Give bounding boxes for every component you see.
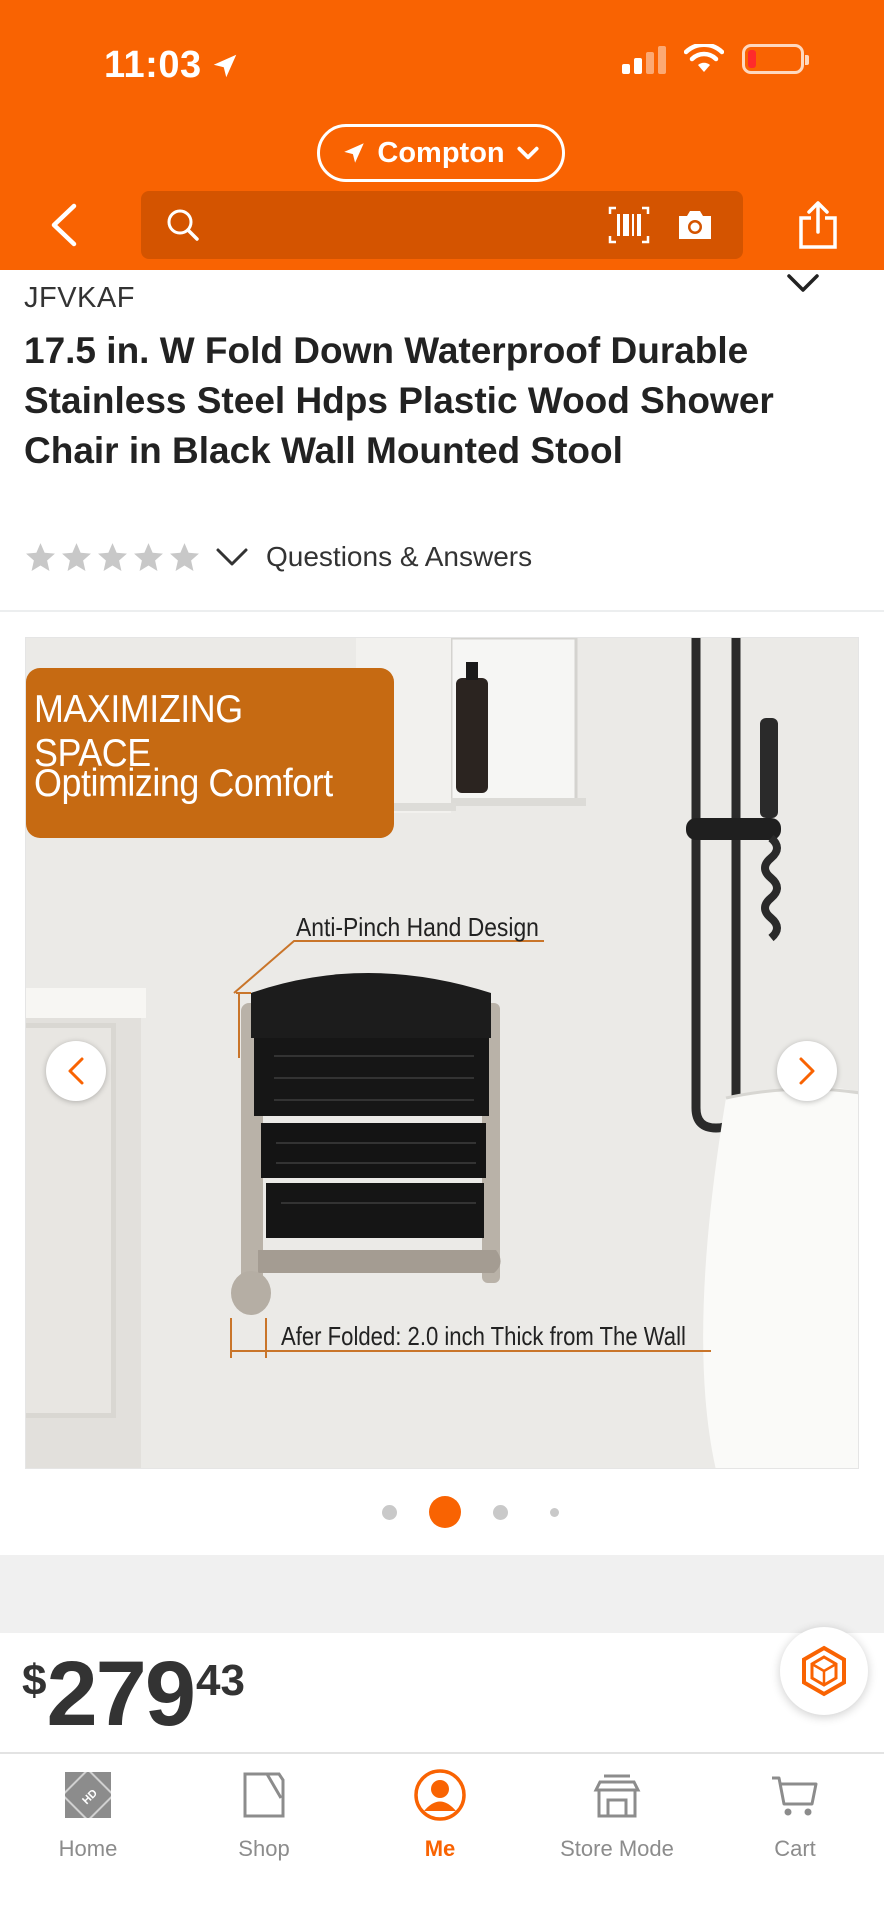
wifi-icon bbox=[684, 44, 724, 72]
chevron-down-icon[interactable] bbox=[786, 272, 820, 294]
product-image[interactable]: MAXIMIZING SPACE Optimizing Comfort Anti… bbox=[25, 637, 859, 1469]
camera-icon[interactable] bbox=[676, 208, 714, 242]
image-annotation-bottom: Afer Folded: 2.0 inch Thick from The Wal… bbox=[281, 1321, 686, 1351]
tab-cart-label: Cart bbox=[774, 1836, 816, 1861]
product-title: 17.5 in. W Fold Down Waterproof Durable … bbox=[24, 330, 774, 471]
chevron-down-icon[interactable] bbox=[215, 546, 249, 568]
star-icon bbox=[98, 542, 127, 571]
carousel-pagination bbox=[0, 1496, 884, 1528]
star-icon bbox=[134, 542, 163, 571]
search-bar[interactable] bbox=[141, 191, 743, 259]
star-icon bbox=[62, 542, 91, 571]
home-depot-logo-icon: HD bbox=[61, 1768, 115, 1822]
tab-store-mode-label: Store Mode bbox=[560, 1836, 674, 1861]
pagination-dot-active[interactable] bbox=[429, 1496, 461, 1528]
share-icon[interactable] bbox=[796, 200, 840, 250]
rating-row: Questions & Answers bbox=[24, 535, 532, 579]
top-header: 11:03 Compton bbox=[0, 0, 884, 270]
cart-icon bbox=[772, 1776, 818, 1816]
shop-catalog-icon bbox=[243, 1772, 285, 1818]
tab-shop[interactable]: Shop bbox=[189, 1768, 339, 1862]
battery-icon bbox=[742, 44, 809, 74]
cellular-signal-icon bbox=[622, 44, 666, 74]
status-indicators bbox=[622, 44, 809, 74]
section-spacer bbox=[0, 1555, 884, 1633]
price-dollars: 279 bbox=[46, 1643, 195, 1745]
chat-assistant-button[interactable] bbox=[780, 1627, 868, 1715]
status-time: 11:03 bbox=[104, 44, 240, 87]
tab-shop-label: Shop bbox=[238, 1836, 290, 1861]
chevron-left-icon bbox=[68, 1057, 84, 1085]
star-rating[interactable] bbox=[24, 541, 201, 574]
tab-store-mode[interactable]: Store Mode bbox=[542, 1768, 692, 1862]
store-location-label: Compton bbox=[377, 136, 505, 169]
star-icon bbox=[170, 542, 199, 571]
tab-home-label: Home bbox=[58, 1836, 118, 1861]
storefront-icon bbox=[593, 1774, 641, 1818]
carousel-previous-button[interactable] bbox=[46, 1041, 106, 1101]
search-input[interactable] bbox=[213, 201, 633, 249]
image-annotation-top: Anti-Pinch Hand Design bbox=[296, 912, 539, 942]
product-price: $ 279 43 bbox=[22, 1648, 245, 1740]
pagination-dot[interactable] bbox=[382, 1505, 397, 1520]
carousel-next-button[interactable] bbox=[777, 1041, 837, 1101]
tab-cart[interactable]: Cart bbox=[720, 1768, 870, 1862]
tab-me-label: Me bbox=[424, 1836, 456, 1861]
location-arrow-icon bbox=[213, 54, 236, 77]
image-banner-line2: Optimizing Comfort bbox=[34, 762, 333, 805]
location-arrow-icon bbox=[344, 143, 365, 163]
pagination-dot[interactable] bbox=[550, 1508, 559, 1517]
barcode-scanner-icon[interactable] bbox=[608, 206, 650, 244]
store-location-button[interactable]: Compton bbox=[317, 124, 565, 182]
bottom-tab-bar: HD Home Shop Me Store Mode Cart bbox=[0, 1752, 884, 1920]
questions-answers-link[interactable]: Questions & Answers bbox=[266, 541, 532, 573]
tab-me[interactable]: Me bbox=[365, 1768, 515, 1862]
pagination-dot[interactable] bbox=[493, 1505, 508, 1520]
product-brand[interactable]: JFVKAF bbox=[24, 282, 135, 315]
chevron-right-icon bbox=[799, 1057, 815, 1085]
back-arrow-icon[interactable] bbox=[44, 200, 84, 250]
profile-icon bbox=[414, 1769, 466, 1821]
price-currency: $ bbox=[22, 1656, 47, 1705]
assistant-hexagon-icon bbox=[802, 1645, 846, 1697]
section-divider bbox=[0, 610, 884, 612]
price-cents: 43 bbox=[195, 1656, 245, 1705]
tab-home[interactable]: HD Home bbox=[13, 1768, 163, 1862]
time-text: 11:03 bbox=[104, 44, 202, 86]
search-icon bbox=[167, 209, 199, 241]
chevron-down-icon bbox=[517, 146, 539, 160]
star-icon bbox=[26, 542, 55, 571]
